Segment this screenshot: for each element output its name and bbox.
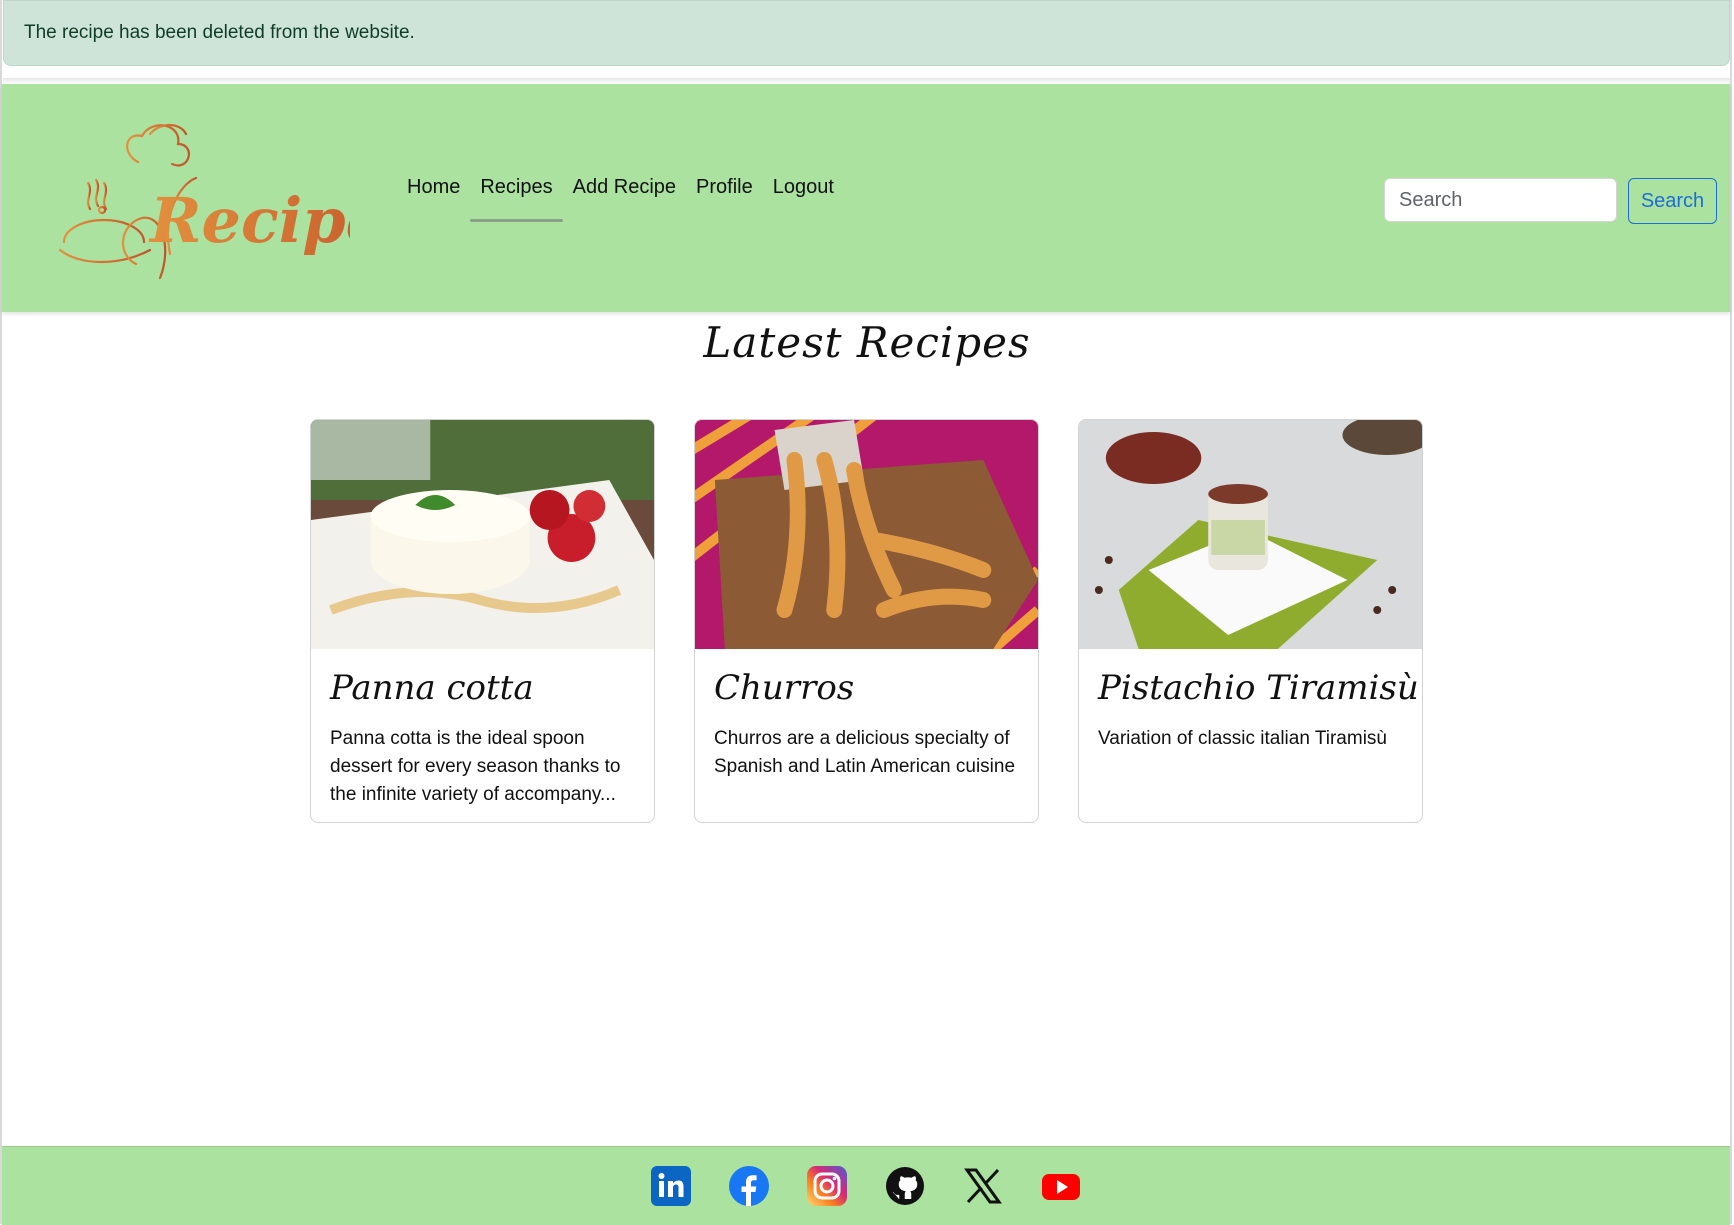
logo[interactable]: Recipes <box>48 114 420 284</box>
search-button[interactable]: Search <box>1628 178 1717 224</box>
facebook-icon[interactable] <box>729 1166 769 1206</box>
nav-profile[interactable]: Profile <box>686 176 763 220</box>
nav-profile-label: Profile <box>696 176 753 198</box>
github-icon[interactable] <box>885 1166 925 1206</box>
instagram-icon[interactable] <box>807 1166 847 1206</box>
nav-logout[interactable]: Logout <box>763 176 844 220</box>
card-title: Pistachio Tiramisù <box>1098 668 1419 708</box>
nav-logout-label: Logout <box>772 176 834 198</box>
footer <box>2 1146 1730 1225</box>
card-description: Panna cotta is the ideal spoon dessert f… <box>330 728 621 805</box>
churros-photo <box>695 420 1038 649</box>
search-input[interactable] <box>1384 178 1617 222</box>
card-title: Panna cotta <box>330 668 534 708</box>
card-description: Variation of classic italian Tiramisù <box>1098 728 1387 749</box>
nav-home-label: Home <box>407 176 461 198</box>
chef-logo-icon: Recipes <box>48 123 420 280</box>
alert-success: The recipe has been deleted from the web… <box>3 0 1730 66</box>
card-description: Churros are a delicious specialty of Spa… <box>714 728 1016 777</box>
x-icon[interactable] <box>963 1166 1003 1206</box>
nav-recipes[interactable]: Recipes <box>470 176 563 222</box>
alert-message: The recipe has been deleted from the web… <box>24 22 415 43</box>
navbar: Recipes Home Recipes Add Recipe Profile … <box>2 84 1730 312</box>
nav-add-recipe[interactable]: Add Recipe <box>563 176 686 220</box>
nav-home[interactable]: Home <box>397 176 470 220</box>
linkedin-icon[interactable] <box>651 1166 691 1206</box>
recipe-card-churros[interactable]: Churros Churros are a delicious specialt… <box>694 419 1039 823</box>
card-title: Churros <box>714 668 855 708</box>
nav-add-recipe-label: Add Recipe <box>572 176 677 198</box>
main-nav: Home Recipes Add Recipe Profile Logout <box>397 176 844 222</box>
pistachio-tiramisu-photo <box>1079 420 1422 649</box>
youtube-icon[interactable] <box>1041 1166 1081 1206</box>
recipe-card-pistachio-tiramisu[interactable]: Pistachio Tiramisù Variation of classic … <box>1078 419 1423 823</box>
page-title: Latest Recipes <box>703 318 1031 367</box>
logo-text: Recipes <box>148 184 350 257</box>
nav-recipes-label: Recipes <box>480 176 553 198</box>
panna-cotta-photo <box>311 420 654 649</box>
recipe-card-panna-cotta[interactable]: Panna cotta Panna cotta is the ideal spo… <box>310 419 655 823</box>
